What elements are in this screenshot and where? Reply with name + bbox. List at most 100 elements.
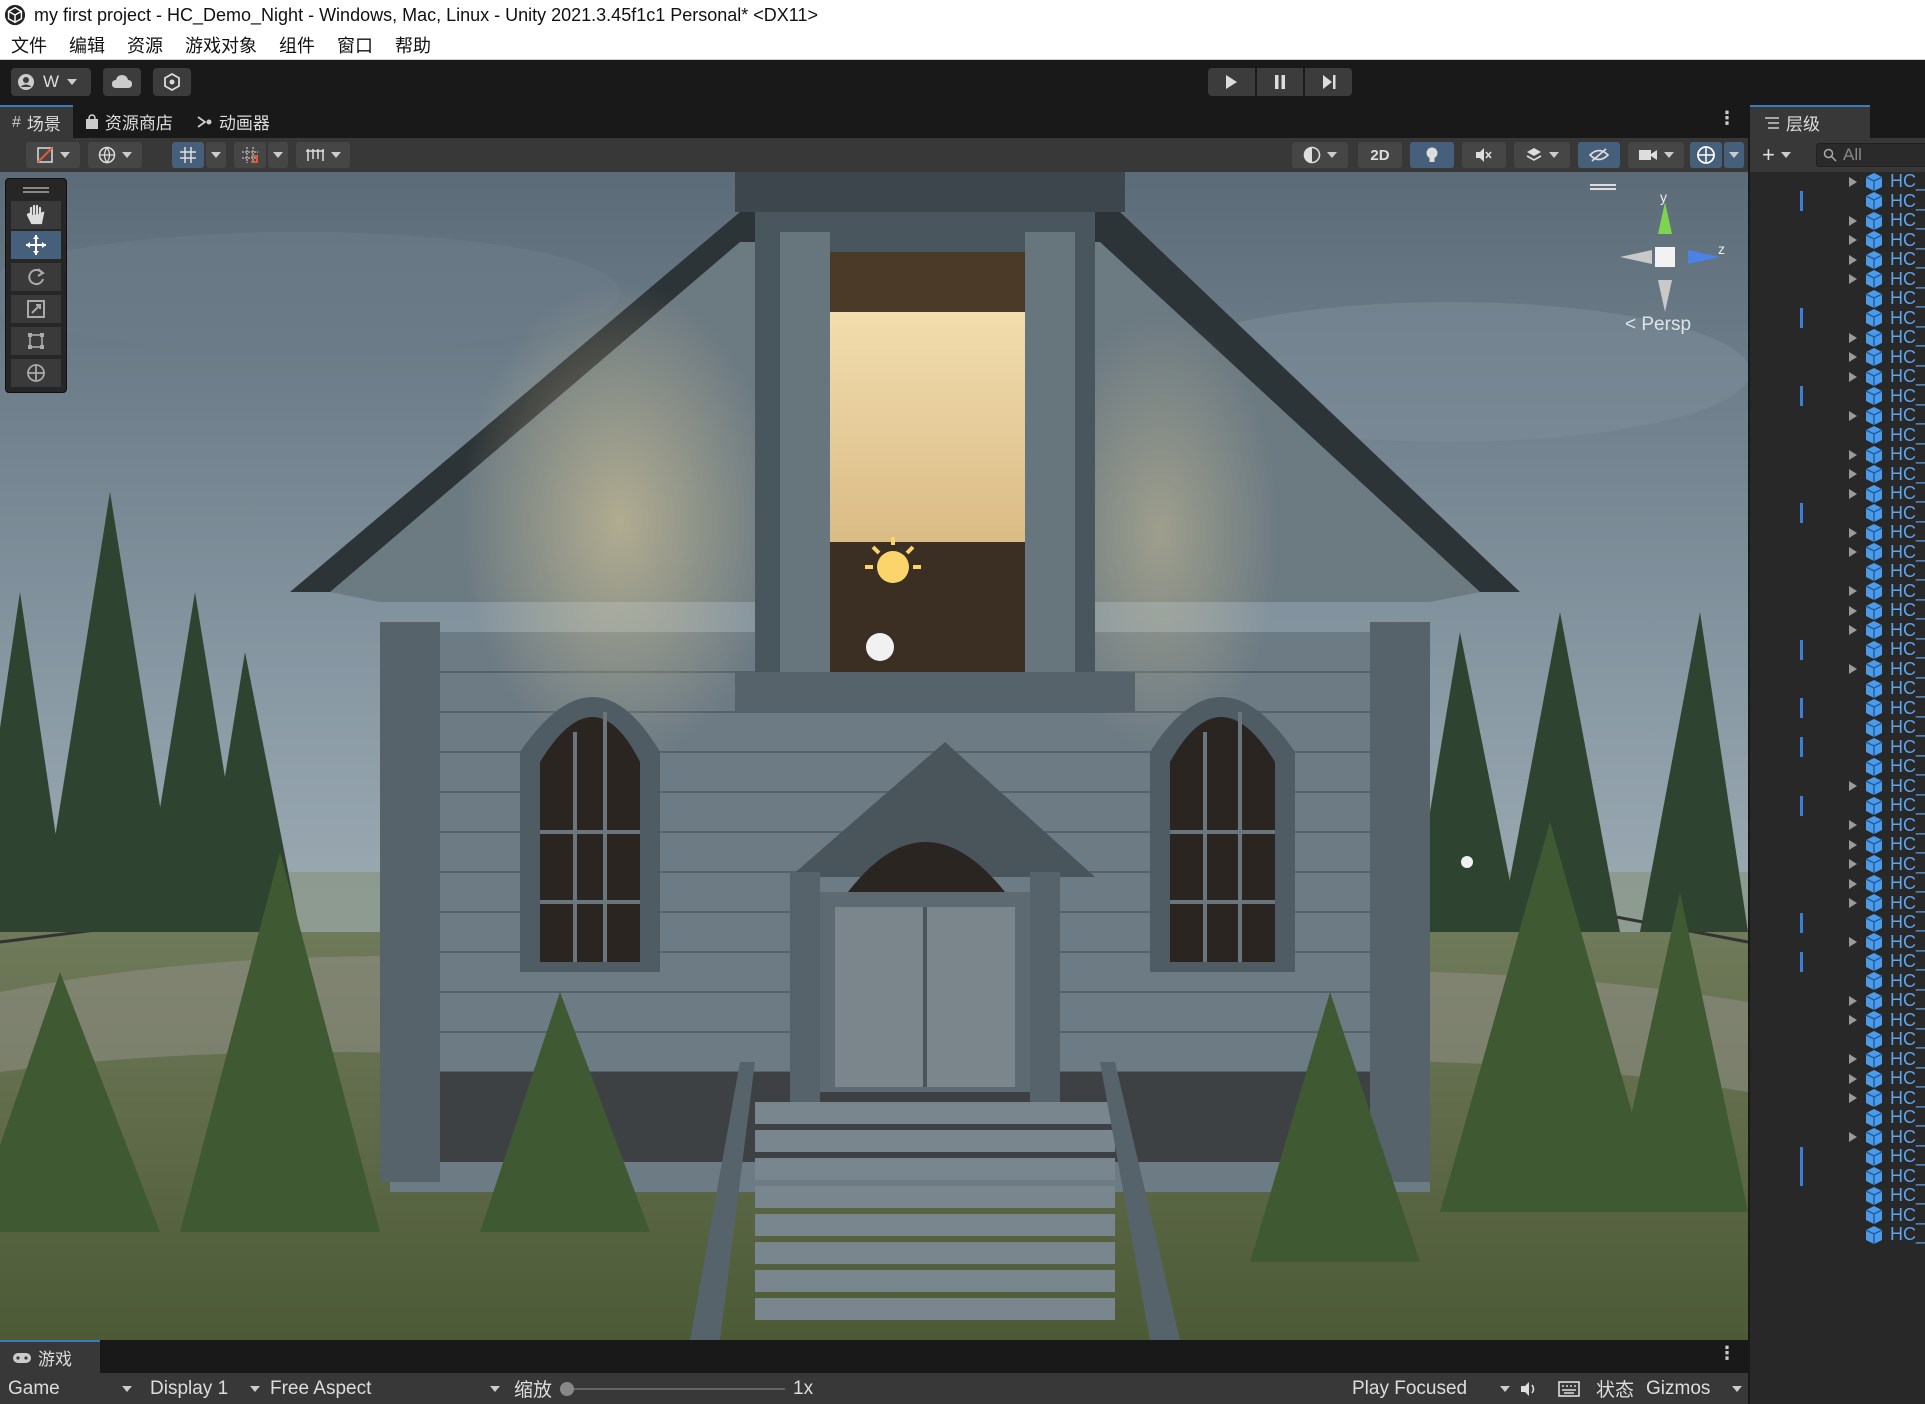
gizmos-toggle[interactable] bbox=[1690, 142, 1722, 168]
hierarchy-row[interactable]: HC_ bbox=[1750, 639, 1925, 660]
hierarchy-row[interactable]: HC_ bbox=[1750, 776, 1925, 797]
game-more-menu-icon[interactable]: ⋮ bbox=[1718, 1343, 1736, 1364]
menu-gameobject[interactable]: 游戏对象 bbox=[174, 32, 268, 58]
increment-snap-toggle[interactable] bbox=[234, 142, 266, 168]
tab-asset-store[interactable]: 资源商店 bbox=[73, 105, 185, 138]
cloud-button[interactable] bbox=[103, 68, 141, 96]
hierarchy-row[interactable]: HC_ bbox=[1750, 191, 1925, 212]
hierarchy-row[interactable]: HC_ bbox=[1750, 1166, 1925, 1187]
hierarchy-row[interactable]: HC_ bbox=[1750, 893, 1925, 914]
display-select[interactable]: Display 1 bbox=[150, 1373, 260, 1404]
hierarchy-search-input[interactable]: All bbox=[1816, 143, 1925, 167]
hierarchy-row[interactable]: HC_ bbox=[1750, 971, 1925, 992]
hierarchy-row[interactable]: HC_ bbox=[1750, 308, 1925, 329]
expand-arrow-icon[interactable] bbox=[1849, 488, 1857, 499]
hierarchy-row[interactable]: HC_ bbox=[1750, 269, 1925, 290]
expand-arrow-icon[interactable] bbox=[1849, 469, 1857, 480]
menu-assets[interactable]: 资源 bbox=[116, 32, 174, 58]
hierarchy-row[interactable]: HC_ bbox=[1750, 678, 1925, 699]
hierarchy-row[interactable]: HC_ bbox=[1750, 873, 1925, 894]
hierarchy-row[interactable]: HC_ bbox=[1750, 1224, 1925, 1245]
expand-arrow-icon[interactable] bbox=[1849, 410, 1857, 421]
hierarchy-row[interactable]: HC_ bbox=[1750, 1010, 1925, 1031]
gizmos-dropdown[interactable] bbox=[1724, 142, 1744, 168]
expand-arrow-icon[interactable] bbox=[1849, 586, 1857, 597]
hierarchy-row[interactable]: HC_ bbox=[1750, 522, 1925, 543]
expand-arrow-icon[interactable] bbox=[1849, 937, 1857, 948]
hand-tool-button[interactable] bbox=[11, 201, 61, 229]
hierarchy-row[interactable]: HC_ bbox=[1750, 1107, 1925, 1128]
hierarchy-row[interactable]: HC_ bbox=[1750, 1205, 1925, 1226]
mode-2d-toggle[interactable]: 2D bbox=[1358, 142, 1402, 168]
gizmos-select[interactable]: Gizmos bbox=[1646, 1373, 1742, 1404]
step-button[interactable] bbox=[1305, 68, 1353, 96]
hierarchy-row[interactable]: HC_ bbox=[1750, 795, 1925, 816]
hierarchy-row[interactable]: HC_ bbox=[1750, 249, 1925, 270]
grid-snap-dropdown[interactable] bbox=[206, 142, 226, 168]
lighting-toggle[interactable] bbox=[1410, 142, 1454, 168]
hierarchy-row[interactable]: HC_ bbox=[1750, 1068, 1925, 1089]
hierarchy-row[interactable]: HC_ bbox=[1750, 386, 1925, 407]
hierarchy-row[interactable]: HC_ bbox=[1750, 347, 1925, 368]
rect-tool-button[interactable] bbox=[11, 327, 61, 355]
menu-file[interactable]: 文件 bbox=[0, 32, 58, 58]
grid-snap-toggle[interactable] bbox=[172, 142, 204, 168]
ruler-dropdown[interactable] bbox=[296, 142, 350, 168]
hierarchy-row[interactable]: HC_ bbox=[1750, 951, 1925, 972]
hierarchy-row[interactable]: HC_ bbox=[1750, 620, 1925, 641]
expand-arrow-icon[interactable] bbox=[1849, 820, 1857, 831]
hierarchy-row[interactable]: HC_ bbox=[1750, 210, 1925, 231]
shortcuts-toggle[interactable] bbox=[1558, 1373, 1580, 1404]
play-button[interactable] bbox=[1208, 68, 1255, 96]
expand-arrow-icon[interactable] bbox=[1849, 839, 1857, 850]
hierarchy-row[interactable]: HC_ bbox=[1750, 464, 1925, 485]
hierarchy-row[interactable]: HC_ bbox=[1750, 1185, 1925, 1206]
expand-arrow-icon[interactable] bbox=[1849, 449, 1857, 460]
hierarchy-row[interactable]: HC_ bbox=[1750, 561, 1925, 582]
hierarchy-row[interactable]: HC_ bbox=[1750, 1049, 1925, 1070]
hierarchy-row[interactable]: HC_ bbox=[1750, 932, 1925, 953]
play-mode-select[interactable]: Play Focused bbox=[1352, 1373, 1510, 1404]
hierarchy-row[interactable]: HC_ bbox=[1750, 581, 1925, 602]
hierarchy-row[interactable]: HC_ bbox=[1750, 717, 1925, 738]
scale-slider-thumb[interactable] bbox=[560, 1382, 574, 1396]
tab-scene[interactable]: # 场景 bbox=[0, 105, 73, 138]
hierarchy-row[interactable]: HC_ bbox=[1750, 444, 1925, 465]
hierarchy-row[interactable]: HC_ bbox=[1750, 230, 1925, 251]
menu-help[interactable]: 帮助 bbox=[384, 32, 442, 58]
scene-visibility-toggle[interactable] bbox=[1578, 142, 1620, 168]
shading-mode-dropdown[interactable] bbox=[1292, 142, 1348, 168]
scene-viewport[interactable]: y z bbox=[0, 172, 1748, 1340]
mute-audio-toggle[interactable] bbox=[1520, 1373, 1538, 1404]
projection-label[interactable]: < Persp bbox=[1625, 314, 1691, 336]
expand-arrow-icon[interactable] bbox=[1849, 371, 1857, 382]
expand-arrow-icon[interactable] bbox=[1849, 605, 1857, 616]
pause-button[interactable] bbox=[1256, 68, 1304, 96]
expand-arrow-icon[interactable] bbox=[1849, 1054, 1857, 1065]
audio-toggle[interactable] bbox=[1462, 142, 1506, 168]
hierarchy-row[interactable]: HC_ bbox=[1750, 366, 1925, 387]
tab-hierarchy[interactable]: 层级 bbox=[1750, 105, 1870, 138]
expand-arrow-icon[interactable] bbox=[1849, 995, 1857, 1006]
tab-game[interactable]: 游戏 bbox=[0, 1340, 100, 1373]
hierarchy-row[interactable]: HC_ bbox=[1750, 483, 1925, 504]
orientation-gizmo[interactable]: y z bbox=[1600, 192, 1730, 322]
expand-arrow-icon[interactable] bbox=[1849, 781, 1857, 792]
hierarchy-row[interactable]: HC_ bbox=[1750, 425, 1925, 446]
account-dropdown[interactable]: W bbox=[11, 68, 91, 96]
expand-arrow-icon[interactable] bbox=[1849, 1093, 1857, 1104]
transform-tool-button[interactable] bbox=[11, 359, 61, 387]
move-tool-button[interactable] bbox=[11, 231, 61, 259]
hierarchy-row[interactable]: HC_ bbox=[1750, 288, 1925, 309]
expand-arrow-icon[interactable] bbox=[1849, 898, 1857, 909]
scene-more-menu-icon[interactable]: ⋮ bbox=[1718, 108, 1736, 129]
hierarchy-row[interactable]: HC_ bbox=[1750, 1029, 1925, 1050]
gizmo-drag-handle[interactable] bbox=[1590, 184, 1616, 190]
view-select[interactable]: Game bbox=[8, 1373, 132, 1404]
hierarchy-row[interactable]: HC_ bbox=[1750, 756, 1925, 777]
hierarchy-row[interactable]: HC_ bbox=[1750, 1088, 1925, 1109]
expand-arrow-icon[interactable] bbox=[1849, 235, 1857, 246]
hierarchy-row[interactable]: HC_ bbox=[1750, 600, 1925, 621]
hierarchy-row[interactable]: HC_ bbox=[1750, 171, 1925, 192]
hierarchy-row[interactable]: HC_ bbox=[1750, 912, 1925, 933]
